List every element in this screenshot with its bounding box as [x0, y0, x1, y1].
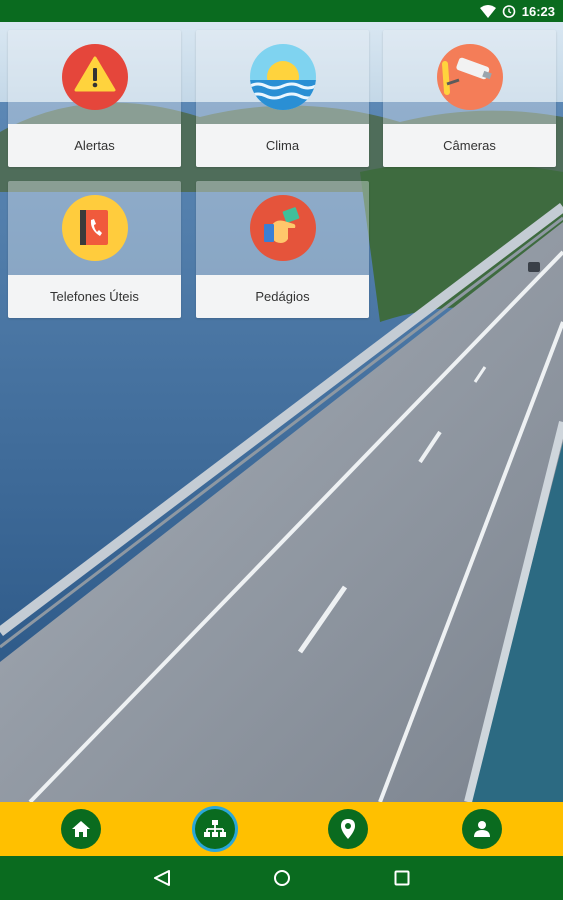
location-pin-icon	[341, 819, 356, 839]
system-home-button[interactable]	[270, 866, 294, 890]
home-circle-icon	[273, 870, 290, 886]
tile-label: Telefones Úteis	[8, 275, 181, 318]
bottom-nav	[0, 802, 563, 856]
nav-location-button[interactable]	[328, 809, 369, 849]
tile-label: Alertas	[8, 124, 181, 167]
tile-label: Pedágios	[196, 275, 369, 318]
tile-pedagios[interactable]: Pedágios	[196, 181, 369, 318]
system-back-button[interactable]	[150, 866, 174, 890]
sitemap-icon	[203, 820, 226, 837]
status-bar: 16:23	[0, 0, 563, 22]
alarm-icon	[502, 5, 516, 18]
nav-profile-button[interactable]	[462, 809, 503, 849]
home-icon	[71, 821, 90, 837]
system-recents-button[interactable]	[390, 866, 414, 890]
warning-icon	[61, 44, 128, 110]
phonebook-icon	[61, 195, 128, 261]
tile-label: Câmeras	[383, 124, 556, 167]
tile-alertas[interactable]: Alertas	[8, 30, 181, 167]
user-icon	[474, 821, 491, 837]
weather-icon	[249, 44, 316, 110]
toll-payment-icon	[249, 195, 316, 261]
nav-sitemap-button[interactable]	[194, 809, 235, 849]
tile-clima[interactable]: Clima	[196, 30, 369, 167]
tile-telefones-uteis[interactable]: Telefones Úteis	[8, 181, 181, 318]
wifi-icon	[479, 4, 496, 18]
status-time: 16:23	[521, 3, 555, 19]
nav-home-button[interactable]	[60, 809, 101, 849]
tile-label: Clima	[196, 124, 369, 167]
tile-cameras[interactable]: Câmeras	[383, 30, 556, 167]
recents-icon	[394, 870, 409, 886]
camera-icon	[436, 44, 503, 110]
back-icon	[153, 870, 170, 886]
system-nav-bar	[0, 856, 563, 900]
